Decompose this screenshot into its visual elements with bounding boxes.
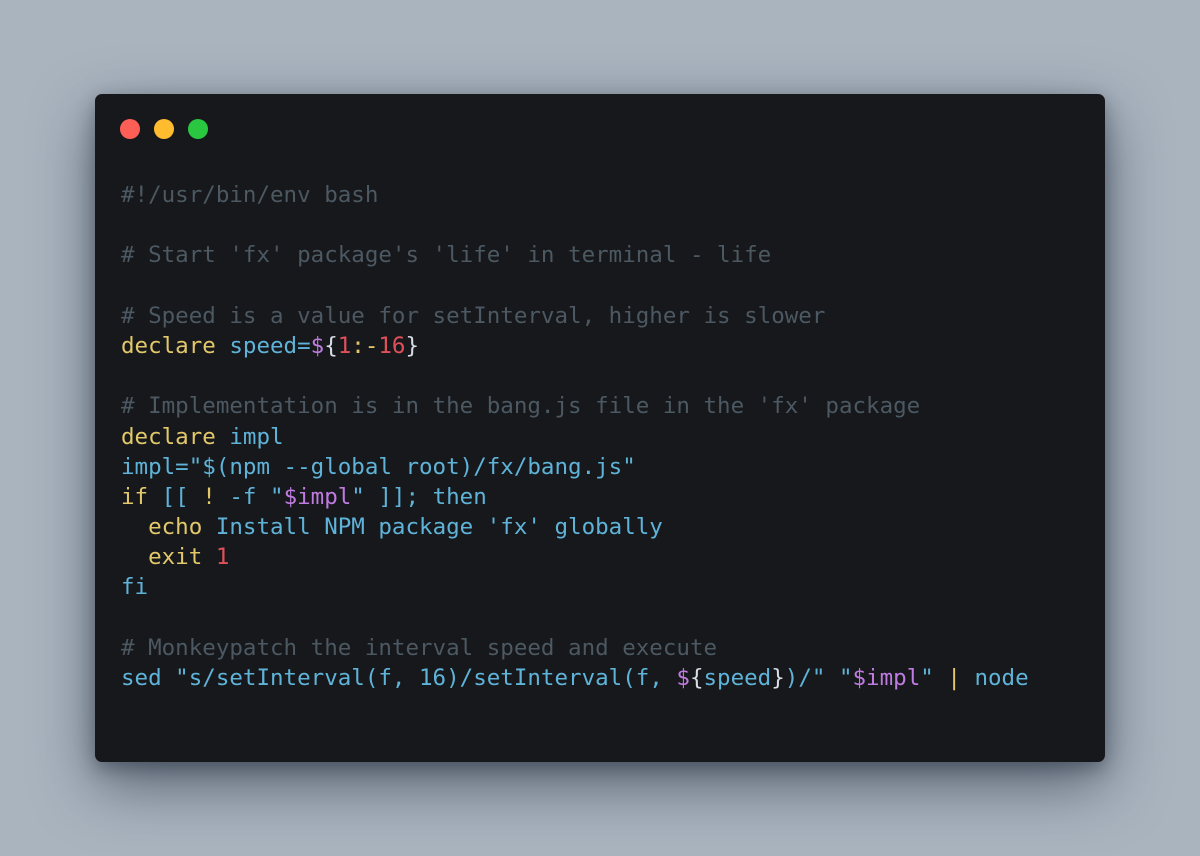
- code-token: :-: [351, 332, 379, 359]
- code-block: #!/usr/bin/env bash # Start 'fx' package'…: [121, 180, 1029, 693]
- code-line: declare impl: [121, 422, 1029, 452]
- code-token: -f: [215, 483, 271, 510]
- code-token: ": [351, 483, 365, 510]
- code-line: # Implementation is in the bang.js file …: [121, 391, 1029, 421]
- code-token: $impl: [283, 483, 352, 510]
- code-token: 16: [378, 332, 406, 359]
- code-token: $: [310, 332, 325, 359]
- code-line: declare speed=${1:-16}: [121, 331, 1029, 361]
- code-token: [[: [148, 483, 203, 510]
- code-token: }: [771, 665, 785, 691]
- code-token: $: [676, 665, 690, 691]
- code-token: ": [270, 483, 284, 510]
- code-token: node: [974, 665, 1029, 691]
- code-token: impl="$(npm --global root)/fx/bang.js": [121, 453, 636, 480]
- code-token: )/" ": [784, 665, 853, 691]
- close-button[interactable]: [120, 119, 140, 139]
- code-token: 1: [215, 544, 230, 571]
- window-controls: [120, 119, 208, 139]
- code-token: # Monkeypatch the interval speed and exe…: [121, 634, 718, 661]
- code-token: }: [405, 332, 420, 359]
- code-line: # Start 'fx' package's 'life' in termina…: [121, 240, 1029, 270]
- code-token: |: [933, 665, 975, 691]
- code-line: if [[ ! -f "$impl" ]]; then: [121, 482, 1029, 512]
- code-token: sed "s/setInterval(f, 16)/setInterval(f,: [121, 665, 677, 691]
- code-line: impl="$(npm --global root)/fx/bang.js": [121, 452, 1029, 482]
- code-line: # Speed is a value for setInterval, high…: [121, 301, 1029, 331]
- code-token: !: [202, 483, 216, 510]
- code-token: speed=: [215, 332, 311, 359]
- code-line: #!/usr/bin/env bash: [121, 180, 1029, 210]
- code-token: exit: [121, 544, 203, 571]
- maximize-button[interactable]: [188, 119, 208, 139]
- code-line: fi: [121, 572, 1029, 602]
- code-token: ]]; then: [364, 483, 487, 510]
- code-line: # Monkeypatch the interval speed and exe…: [121, 633, 1029, 663]
- code-token: #!/usr/bin/env bash: [121, 182, 379, 208]
- code-line: exit 1: [121, 542, 1029, 572]
- code-token: # Implementation is in the bang.js file …: [121, 393, 921, 420]
- code-line: sed "s/setInterval(f, 16)/setInterval(f,…: [121, 663, 1029, 693]
- code-token: # Start 'fx' package's 'life' in termina…: [121, 242, 772, 269]
- code-token: {: [324, 332, 338, 359]
- code-token: {: [689, 665, 704, 691]
- code-token: Install NPM package 'fx' globally: [202, 514, 663, 541]
- code-token: echo: [121, 514, 203, 541]
- code-token: 1: [337, 332, 352, 359]
- code-token: $impl: [852, 665, 921, 691]
- code-token: fi: [121, 574, 149, 601]
- code-window: #!/usr/bin/env bash # Start 'fx' package'…: [95, 94, 1105, 762]
- code-token: speed: [703, 665, 772, 691]
- minimize-button[interactable]: [154, 119, 174, 139]
- code-token: if: [121, 483, 149, 510]
- code-token: # Speed is a value for setInterval, high…: [121, 302, 826, 329]
- code-line: echo Install NPM package 'fx' globally: [121, 512, 1029, 542]
- code-token: ": [920, 665, 934, 691]
- code-token: declare: [121, 332, 216, 359]
- code-token: impl: [215, 423, 284, 450]
- code-token: declare: [121, 423, 216, 450]
